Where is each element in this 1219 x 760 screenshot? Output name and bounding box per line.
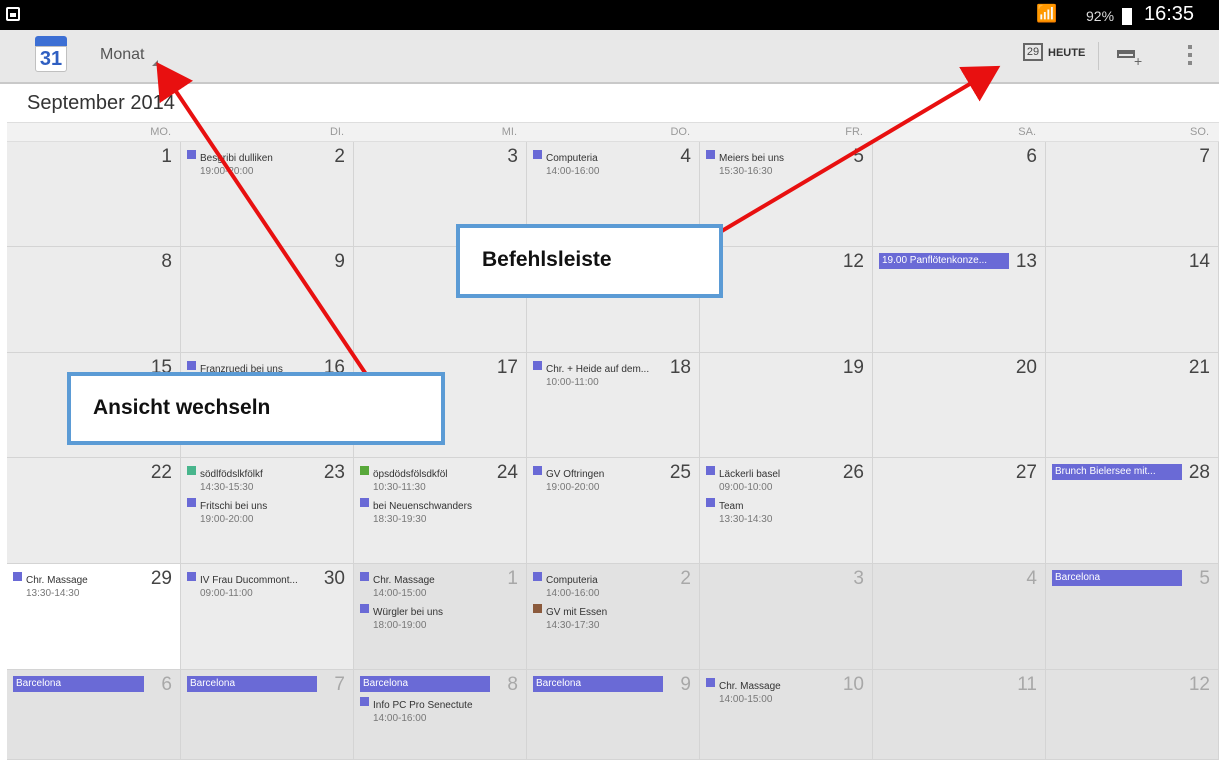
- callout-command-bar: Befehlsleiste: [456, 224, 723, 298]
- callout-switch-view: Ansicht wechseln: [67, 372, 445, 445]
- arrow-to-view-switch: [156, 62, 380, 394]
- arrow-to-command-bar: [708, 65, 1001, 240]
